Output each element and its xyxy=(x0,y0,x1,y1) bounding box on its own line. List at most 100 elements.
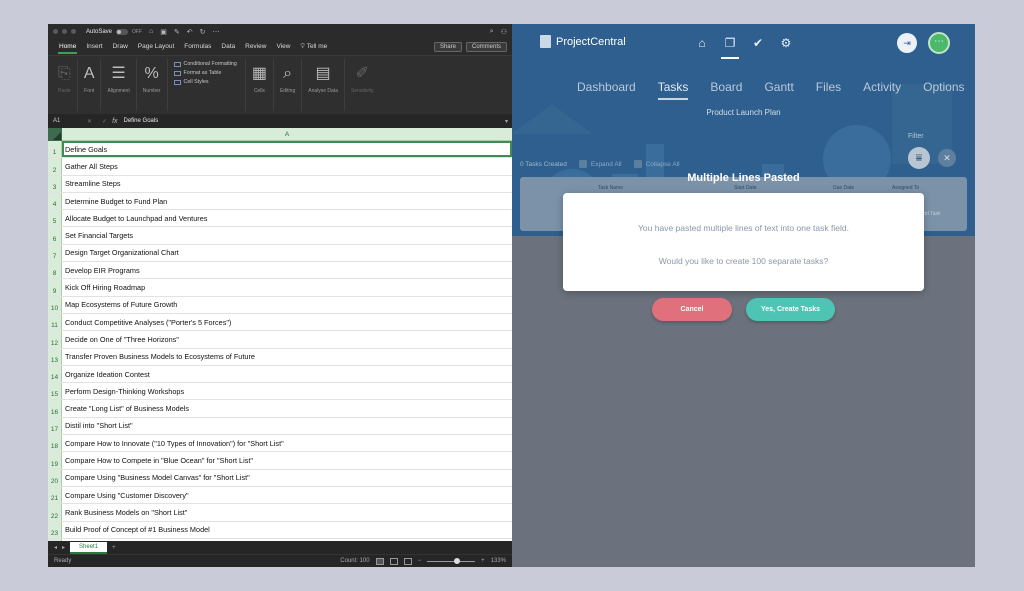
check-circle-icon[interactable]: ✔ xyxy=(751,36,765,50)
cell[interactable]: Perform Design-Thinking Workshops xyxy=(62,383,512,399)
header-start-date[interactable]: Start Date xyxy=(734,185,757,191)
chevron-down-icon[interactable]: ▾ xyxy=(505,118,512,125)
row-number[interactable]: 14 xyxy=(48,365,62,383)
row-number[interactable]: 8 xyxy=(48,262,62,279)
header-due-date[interactable]: Due Date xyxy=(833,185,854,191)
row-number[interactable]: 12 xyxy=(48,331,62,348)
zoom-out-icon[interactable]: − xyxy=(418,558,422,564)
next-sheet-icon[interactable]: ▸ xyxy=(62,544,65,551)
cell[interactable]: Develop EIR Programs xyxy=(62,262,512,278)
home-icon[interactable]: ⌂ xyxy=(149,28,153,35)
cell[interactable]: Compare How to Innovate ("10 Types of In… xyxy=(62,435,512,451)
normal-view-icon[interactable] xyxy=(375,557,384,565)
cell[interactable]: Create "Long List" of Business Models xyxy=(62,400,512,416)
cell[interactable]: Transfer Proven Business Models to Ecosy… xyxy=(62,349,512,365)
sign-out-icon[interactable]: ⇥ xyxy=(897,33,917,53)
row-number[interactable]: 21 xyxy=(48,486,62,504)
confirm-icon[interactable]: ✓ xyxy=(97,118,112,125)
cell[interactable]: Compare Using "Business Model Canvas" fo… xyxy=(62,470,512,486)
gear-icon[interactable]: ⚙ xyxy=(779,36,793,50)
cell[interactable]: Conduct Competitive Analyses ("Porter's … xyxy=(62,314,512,330)
cell[interactable]: Distil into "Short List" xyxy=(62,418,512,434)
row-number[interactable]: 15 xyxy=(48,383,62,400)
row-number[interactable]: 17 xyxy=(48,417,62,435)
close-icon[interactable]: ✕ xyxy=(938,149,956,167)
add-sheet-icon[interactable]: + xyxy=(112,545,116,551)
maximize-window-dot[interactable] xyxy=(71,29,76,34)
function-icon[interactable]: fx xyxy=(112,118,123,125)
row-number[interactable]: 20 xyxy=(48,469,62,486)
tab-review[interactable]: Review xyxy=(240,39,271,55)
row-number[interactable]: 1 xyxy=(48,141,62,158)
page-break-view-icon[interactable] xyxy=(403,557,412,565)
redo-icon[interactable]: ↻ xyxy=(200,28,206,36)
tab-draw[interactable]: Draw xyxy=(108,39,133,55)
row-number[interactable]: 18 xyxy=(48,435,62,452)
tab-formulas[interactable]: Formulas xyxy=(179,39,216,55)
cell-styles-button[interactable]: Cell Styles xyxy=(173,79,237,85)
cell[interactable]: Set Financial Targets xyxy=(62,227,512,243)
search-icon[interactable]: ⌕ xyxy=(490,28,494,36)
name-box[interactable]: A1 xyxy=(48,118,82,124)
cells-group[interactable]: ▦ Cells xyxy=(246,59,274,111)
header-task-name[interactable]: Task Name xyxy=(598,185,623,191)
prev-sheet-icon[interactable]: ◂ xyxy=(54,544,57,551)
tab-dashboard[interactable]: Dashboard xyxy=(566,80,647,94)
tab-tasks[interactable]: Tasks xyxy=(647,80,700,100)
tab-board[interactable]: Board xyxy=(699,80,753,94)
sensitivity-group[interactable]: ✐ Sensitivity xyxy=(345,59,380,111)
filter-icon[interactable]: ⩸ xyxy=(908,147,930,169)
row-number[interactable]: 9 xyxy=(48,279,62,296)
edit-icon[interactable]: ✎ xyxy=(174,28,180,36)
row-number[interactable]: 10 xyxy=(48,296,62,313)
cancel-icon[interactable]: ✕ xyxy=(82,118,97,125)
cancel-button[interactable]: Cancel xyxy=(652,298,732,321)
conditional-formatting-button[interactable]: Conditional Formatting xyxy=(173,61,237,67)
cell[interactable]: Decide on One of "Three Horizons" xyxy=(62,331,512,347)
tab-view[interactable]: View xyxy=(271,39,295,55)
create-tasks-button[interactable]: Yes, Create Tasks xyxy=(746,298,835,321)
collapse-all-button[interactable]: Collapse All xyxy=(633,160,680,168)
more-menu-icon[interactable]: ⋯ xyxy=(928,32,950,54)
more-icon[interactable]: ⋯ xyxy=(213,28,220,36)
tab-gantt[interactable]: Gantt xyxy=(753,80,804,94)
home-icon[interactable]: ⌂ xyxy=(695,36,709,50)
cell[interactable]: Determine Budget to Fund Plan xyxy=(62,193,512,209)
tab-options[interactable]: Options xyxy=(912,80,975,94)
tab-insert[interactable]: Insert xyxy=(81,39,107,55)
cell[interactable]: Compare How to Compete in "Blue Ocean" f… xyxy=(62,452,512,468)
cell[interactable]: Build Proof of Concept of #1 Business Mo… xyxy=(62,522,512,538)
page-layout-view-icon[interactable] xyxy=(389,557,398,565)
share-person-icon[interactable]: ⚇ xyxy=(501,28,507,36)
row-number[interactable]: 11 xyxy=(48,313,62,331)
paste-group[interactable]: ⎘ Paste xyxy=(52,59,78,111)
minimize-window-dot[interactable] xyxy=(62,29,67,34)
row-number[interactable]: 2 xyxy=(48,158,62,175)
cell[interactable]: Rank Business Models on "Short List" xyxy=(62,504,512,520)
undo-icon[interactable]: ↶ xyxy=(187,28,193,36)
tab-activity[interactable]: Activity xyxy=(852,80,912,94)
cell[interactable]: Gather All Steps xyxy=(62,158,512,174)
save-icon[interactable]: ▣ xyxy=(160,28,167,36)
font-group[interactable]: A Font xyxy=(78,59,102,111)
close-window-dot[interactable] xyxy=(53,29,58,34)
zoom-in-icon[interactable]: + xyxy=(481,558,485,564)
cell[interactable]: Map Ecosystems of Future Growth xyxy=(62,297,512,313)
column-header-a[interactable]: A xyxy=(62,128,512,141)
analyse-data-group[interactable]: ▤ Analyse Data xyxy=(302,59,345,111)
cell[interactable]: Organize Ideation Contest xyxy=(62,366,512,382)
cell[interactable]: Kick Off Hiring Roadmap xyxy=(62,279,512,295)
row-number[interactable]: 7 xyxy=(48,244,62,262)
row-number[interactable]: 23 xyxy=(48,521,62,538)
formula-input[interactable]: Define Goals xyxy=(124,118,159,124)
number-group[interactable]: % Number xyxy=(137,59,168,111)
tell-me-search[interactable]: 💡︎ Tell me xyxy=(295,39,332,55)
row-number[interactable]: 22 xyxy=(48,504,62,521)
alignment-group[interactable]: ☰ Alignment xyxy=(101,59,137,111)
row-number[interactable]: 5 xyxy=(48,210,62,227)
row-number[interactable]: 3 xyxy=(48,175,62,192)
zoom-slider-knob[interactable] xyxy=(453,557,460,564)
share-button[interactable]: Share xyxy=(433,42,462,52)
tab-home[interactable]: Home xyxy=(54,39,81,55)
row-number[interactable]: 16 xyxy=(48,400,62,417)
